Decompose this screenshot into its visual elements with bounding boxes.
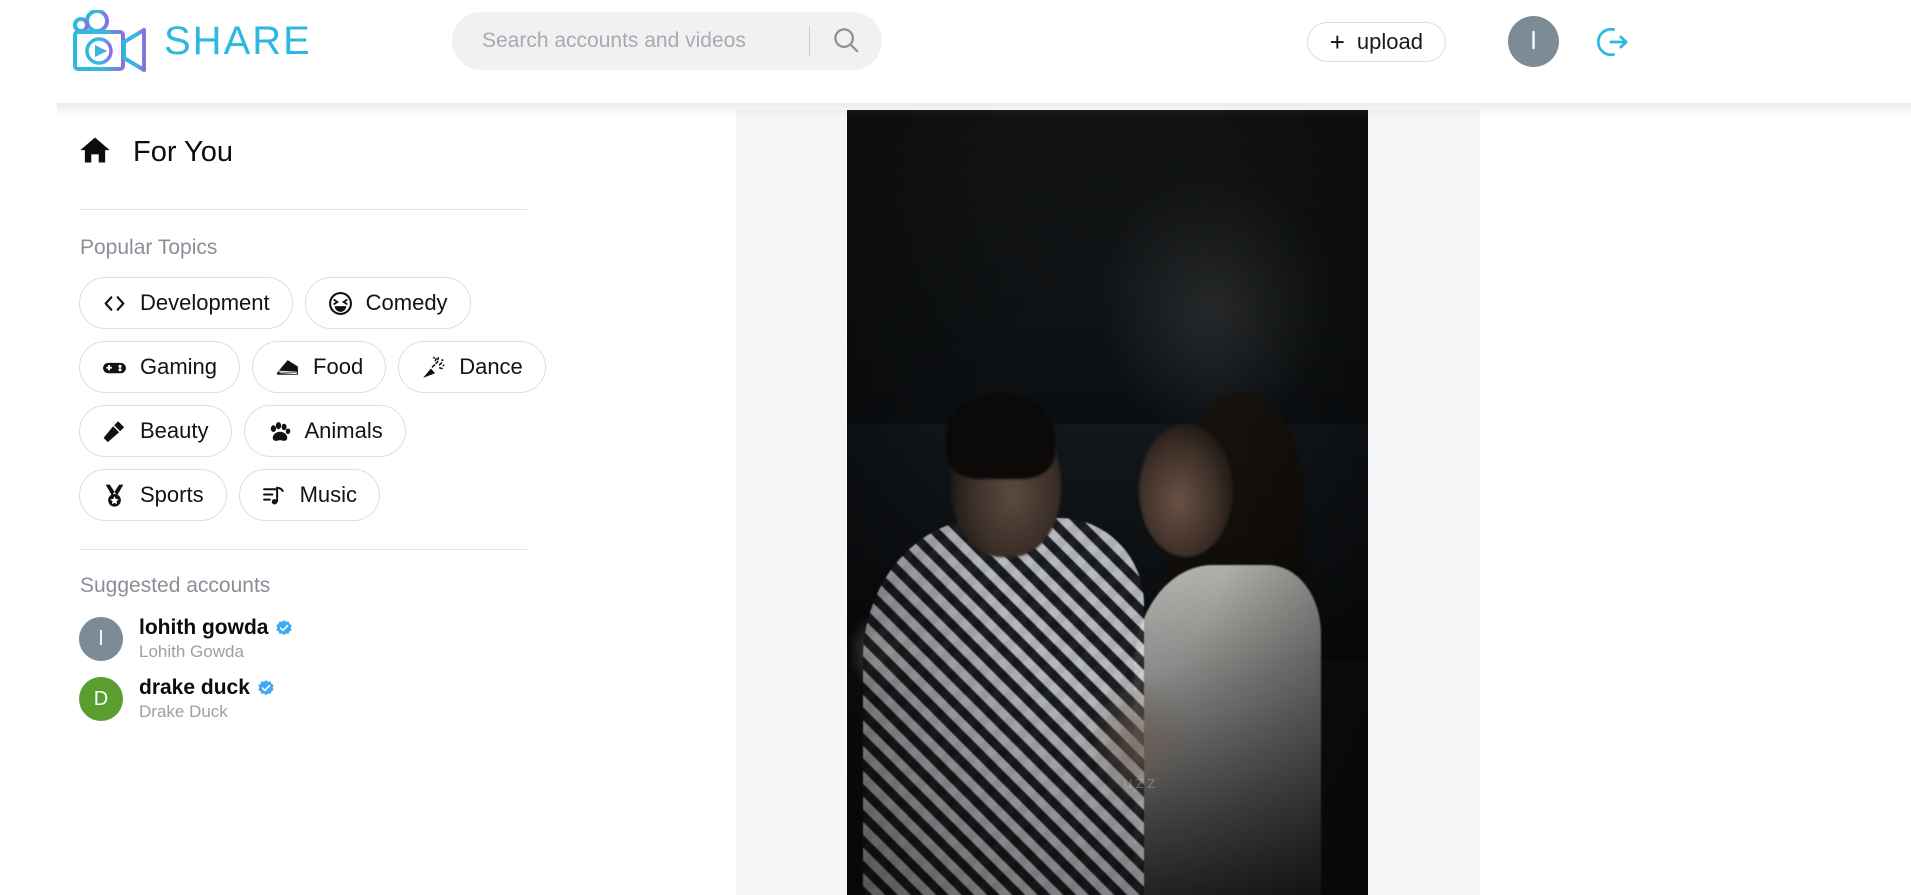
topic-chip-dance[interactable]: Dance [398, 341, 546, 393]
account-display-name: Lohith Gowda [139, 642, 244, 661]
search-button[interactable] [810, 12, 882, 70]
laughing-face-icon [328, 291, 353, 316]
account-names: lohith gowda Lohith Gowda [139, 616, 293, 662]
topic-chip-sports[interactable]: Sports [79, 469, 227, 521]
sidebar: For You Popular Topics Development Comed… [0, 103, 735, 895]
code-icon [102, 291, 127, 316]
video-feed: uzz [735, 103, 1911, 895]
topic-chip-label: Animals [304, 418, 383, 443]
avatar-initial: D [93, 687, 109, 710]
party-popper-icon [421, 355, 446, 380]
upload-button-label: upload [1356, 29, 1423, 54]
app-logo[interactable]: SHARE [72, 9, 312, 72]
logout-icon [1596, 25, 1630, 62]
sidebar-divider-bottom [79, 549, 527, 550]
lipstick-icon [102, 419, 127, 444]
plus-icon: + [1329, 27, 1345, 57]
avatar[interactable]: l [1508, 16, 1559, 67]
avatar: l [79, 617, 123, 661]
topic-chip-label: Food [313, 354, 364, 379]
app-logo-text: SHARE [164, 19, 312, 63]
video-camera-play-icon [72, 9, 154, 72]
sidebar-item-for-you-label: For You [133, 135, 233, 168]
video-vignette [847, 110, 1368, 895]
topic-chip-development[interactable]: Development [79, 277, 293, 329]
cake-slice-icon [275, 355, 300, 380]
medal-icon [102, 483, 127, 508]
video-player[interactable]: uzz [847, 110, 1368, 895]
app-header: SHARE + upload l [0, 0, 1911, 103]
popular-topics-title: Popular Topics [80, 236, 218, 259]
gamepad-icon [102, 355, 127, 380]
topic-chip-label: Development [140, 290, 270, 315]
search-icon [831, 25, 861, 58]
paw-print-icon [267, 419, 292, 444]
suggested-accounts-title: Suggested accounts [80, 574, 271, 597]
logout-button[interactable] [1595, 25, 1631, 61]
account-handle-row: drake duck [139, 676, 275, 700]
verified-badge-icon [257, 679, 275, 697]
avatar-initial: l [98, 627, 104, 650]
topic-chip-label: Music [299, 482, 358, 507]
topic-chip-label: Comedy [365, 290, 448, 315]
topic-chip-food[interactable]: Food [252, 341, 387, 393]
topic-chip-beauty[interactable]: Beauty [79, 405, 232, 457]
account-handle: drake duck [139, 676, 250, 699]
avatar: D [79, 677, 123, 721]
verified-badge-icon [275, 619, 293, 637]
topic-chip-comedy[interactable]: Comedy [304, 277, 471, 329]
music-note-icon [262, 483, 287, 508]
list-item[interactable]: D drake duck Drake Duck [79, 676, 735, 722]
topic-chip-gaming[interactable]: Gaming [79, 341, 241, 393]
topic-chip-animals[interactable]: Animals [243, 405, 406, 457]
upload-button[interactable]: + upload [1306, 22, 1446, 62]
avatar-initial: l [1530, 27, 1537, 55]
video-frame-content: uzz [847, 110, 1368, 895]
topic-chip-label: Sports [140, 482, 204, 507]
account-handle-row: lohith gowda [139, 616, 293, 640]
home-icon [79, 134, 111, 171]
account-names: drake duck Drake Duck [139, 676, 275, 722]
sidebar-item-for-you[interactable]: For You [79, 121, 735, 183]
topic-chip-label: Gaming [140, 354, 218, 379]
search-bar[interactable] [452, 12, 882, 70]
video-watermark: uzz [1123, 773, 1159, 793]
topic-chip-label: Dance [459, 354, 523, 379]
topic-chip-list: Development Comedy Gaming Food Dance Bea… [79, 277, 549, 521]
topic-chip-label: Beauty [140, 418, 209, 443]
account-display-name: Drake Duck [139, 702, 228, 721]
sidebar-divider-top [79, 209, 527, 210]
topic-chip-music[interactable]: Music [238, 469, 381, 521]
account-handle: lohith gowda [139, 616, 269, 639]
list-item[interactable]: l lohith gowda Lohith Gowda [79, 616, 735, 662]
search-input[interactable] [452, 29, 809, 53]
